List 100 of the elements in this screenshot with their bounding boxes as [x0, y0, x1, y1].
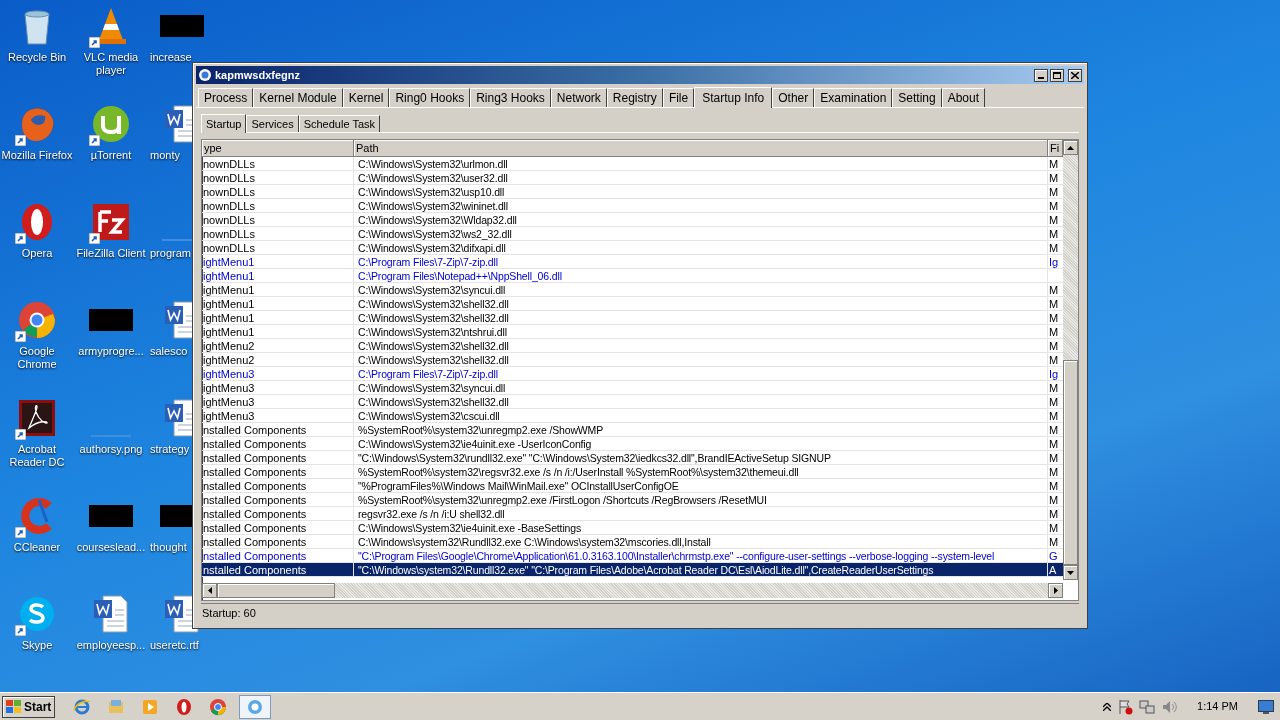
desktop-icon-label[interactable]: useretc.rtf [150, 639, 199, 652]
start-button[interactable]: Start [2, 695, 56, 718]
close-button[interactable] [1068, 68, 1082, 82]
desktop-icon-label[interactable]: Recycle Bin [0, 51, 74, 64]
clock[interactable]: 1:14 PM [1197, 698, 1238, 715]
table-cell: %SystemRoot%\system32\unregmp2.exe /ShowWMP [354, 423, 1048, 437]
horizontal-scrollbar[interactable] [202, 583, 1063, 598]
table-row[interactable]: nownDLLs C:\Windows\System32\user32.dll M [202, 171, 1063, 185]
table-row[interactable]: nstalled Components C:\Windows\System32\ie4uinit.exe -BaseSettings M [202, 521, 1063, 535]
desktop-icon-label[interactable]: thought [150, 541, 187, 554]
tab[interactable]: Kernel [342, 88, 390, 107]
table-cell: nownDLLs [202, 171, 354, 185]
desktop-icon-label[interactable]: salesco [150, 345, 188, 358]
table-row[interactable]: ightMenu3 C:\Program Files\7-Zip\7-zip.dll Ig [202, 367, 1063, 381]
desktop-icon-label[interactable]: Acrobat Reader DC [0, 443, 74, 469]
table-cell: nstalled Components [202, 521, 354, 535]
desktop-icon-label[interactable]: Skype [0, 639, 74, 652]
table-cell: %SystemRoot%\system32\unregmp2.exe /FirstLogon /Shortcuts /RegBrowsers /ResetMUI [354, 493, 1048, 507]
table-row[interactable]: nownDLLs C:\Windows\System32\wininet.dll M [202, 199, 1063, 213]
table-cell: C:\Windows\System32\ie4uinit.exe -BaseSettings [354, 521, 1048, 535]
table-cell: "%ProgramFiles%\Windows Mail\WinMail.exe" OCInstallUserConfigOE [354, 479, 1048, 493]
subtab[interactable]: Services [246, 115, 299, 132]
desktop-icon-label[interactable]: employeesp... [74, 639, 148, 652]
column-header[interactable]: ype [202, 140, 354, 157]
table-cell: C:\Windows\System32\wininet.dll [354, 199, 1048, 213]
desktop-icon-label[interactable]: CCleaner [0, 541, 74, 554]
column-header[interactable]: Fi [1048, 140, 1063, 157]
desktop-icon-label[interactable]: armyprogre... [74, 345, 148, 358]
tab[interactable]: About [941, 88, 986, 107]
tab[interactable]: Ring3 Hooks [470, 88, 551, 107]
desktop-icon-label[interactable]: FileZilla Client [74, 247, 148, 260]
table-row[interactable]: ightMenu1 C:\Program Files\7-Zip\7-zip.dll Ig [202, 255, 1063, 269]
blacked-out-thumbnail [89, 505, 133, 527]
desktop-icon-label[interactable]: VLC media player [74, 51, 148, 77]
tab[interactable]: Registry [606, 88, 663, 107]
desktop-icon-label[interactable]: program [150, 247, 191, 260]
tab[interactable]: Setting [892, 88, 942, 107]
scroll-thumb[interactable] [1063, 360, 1078, 565]
table-row[interactable]: nstalled Components "C:\Windows\system32\Rundll32.exe" "C:\Program Files\Adobe\Acrobat Reader DC\Esl\AiodLite.dll",CreateReaderUserSettings A [202, 563, 1063, 577]
column-header[interactable]: Path [354, 140, 1048, 157]
tab[interactable]: Network [550, 88, 607, 107]
flag-icon[interactable] [1117, 698, 1134, 715]
desktop-icon-label[interactable]: monty [150, 149, 180, 162]
table-row[interactable]: ightMenu3 C:\Windows\System32\shell32.dll M [202, 395, 1063, 409]
desktop-icon-label[interactable]: Google Chrome [0, 345, 74, 371]
desktop-icon-label[interactable]: Mozilla Firefox [0, 149, 74, 162]
table-cell: regsvr32.exe /s /n /i:U shell32.dll [354, 507, 1048, 521]
table-row[interactable]: ightMenu3 C:\Windows\System32\cscui.dll M [202, 409, 1063, 423]
table-row[interactable]: nstalled Components %SystemRoot%\system32\unregmp2.exe /FirstLogon /Shortcuts /RegBrowsers /ResetMUI M [202, 493, 1063, 507]
tab[interactable]: Process [198, 88, 254, 107]
tab[interactable]: Startup Info [694, 87, 773, 108]
show-hidden-icons-icon[interactable] [1103, 702, 1112, 711]
table-row[interactable]: ightMenu1 C:\Windows\System32\syncui.dll M [202, 283, 1063, 297]
scroll-thumb[interactable] [217, 583, 335, 598]
table-row[interactable]: nstalled Components "C:\Windows\System32\rundll32.exe" "C:\Windows\System32\iedkcs32.dll",BrandIEActiveSetup SIGNUP M [202, 451, 1063, 465]
minimize-button[interactable] [1034, 68, 1048, 82]
desktop-icon-label[interactable]: authorsy.png [74, 443, 148, 456]
table-row[interactable]: nstalled Components regsvr32.exe /s /n /i:U shell32.dll M [202, 507, 1063, 521]
table-row[interactable]: ightMenu2 C:\Windows\System32\shell32.dll M [202, 339, 1063, 353]
desktop-icon-label[interactable]: courseslead... [74, 541, 148, 554]
tab[interactable]: File [662, 88, 695, 107]
table-row[interactable]: ightMenu1 C:\Windows\System32\shell32.dll M [202, 311, 1063, 325]
media-player-icon [141, 697, 160, 716]
table-row[interactable]: nownDLLs C:\Windows\System32\difxapi.dll M [202, 241, 1063, 255]
table-row[interactable]: nstalled Components "%ProgramFiles%\Windows Mail\WinMail.exe" OCInstallUserConfigOE M [202, 479, 1063, 493]
scroll-right-button[interactable] [1048, 583, 1063, 598]
scroll-left-button[interactable] [202, 583, 217, 598]
table-row[interactable]: nstalled Components %SystemRoot%\system32\unregmp2.exe /ShowWMP M [202, 423, 1063, 437]
desktop-icon-label[interactable]: Opera [0, 247, 74, 260]
show-desktop-icon[interactable] [1258, 699, 1274, 714]
table-row[interactable]: nownDLLs C:\Windows\System32\usp10.dll M [202, 185, 1063, 199]
table-row[interactable]: nstalled Components C:\Windows\system32\Rundll32.exe C:\Windows\system32\mscories.dll,Install M [202, 535, 1063, 549]
table-row[interactable]: ightMenu1 C:\Windows\System32\ntshrui.dll M [202, 325, 1063, 339]
scroll-up-button[interactable] [1063, 140, 1078, 155]
table-row[interactable]: nownDLLs C:\Windows\System32\ws2_32.dll M [202, 227, 1063, 241]
minimize-icon [1038, 76, 1044, 79]
table-row[interactable]: ightMenu1 C:\Program Files\Notepad++\NppShell_06.dll [202, 269, 1063, 283]
desktop-icon-label[interactable]: strategy [150, 443, 190, 456]
table-row[interactable]: ightMenu1 C:\Windows\System32\shell32.dll M [202, 297, 1063, 311]
taskbar-app-button[interactable] [239, 694, 272, 719]
table-row[interactable]: nownDLLs C:\Windows\System32\urlmon.dll M [202, 157, 1063, 171]
table-row[interactable]: nownDLLs C:\Windows\System32\Wldap32.dll M [202, 213, 1063, 227]
folder-icon [107, 697, 126, 716]
table-row[interactable]: ightMenu2 C:\Windows\System32\shell32.dll M [202, 353, 1063, 367]
table-cell: "C:\Windows\System32\rundll32.exe" "C:\Windows\System32\iedkcs32.dll",BrandIEActiveSetup SIGNUP [354, 451, 1048, 465]
network-icon[interactable] [1139, 698, 1156, 715]
subtab[interactable]: Startup [201, 114, 247, 133]
subtab[interactable]: Schedule Task [298, 115, 380, 132]
tab[interactable]: Ring0 Hooks [389, 88, 471, 107]
vertical-scrollbar[interactable] [1063, 140, 1078, 580]
table-row[interactable]: nstalled Components C:\Windows\System32\ie4uinit.exe -UserIconConfig M [202, 437, 1063, 451]
desktop-icon-label[interactable]: µTorrent [74, 149, 148, 162]
tab[interactable]: Kernel Module [253, 88, 343, 107]
tab[interactable]: Other [772, 88, 815, 107]
table-row[interactable]: nstalled Components %SystemRoot%\system32\regsvr32.exe /s /n /i:/UserInstall %SystemRoot%\system32\themeui.dll M [202, 465, 1063, 479]
maximize-button[interactable] [1050, 68, 1064, 82]
table-row[interactable]: ightMenu3 C:\Windows\System32\syncui.dll M [202, 381, 1063, 395]
scroll-down-button[interactable] [1063, 565, 1078, 580]
desktop-icon-label[interactable]: increase [150, 51, 192, 64]
tab[interactable]: Examination [814, 88, 893, 107]
